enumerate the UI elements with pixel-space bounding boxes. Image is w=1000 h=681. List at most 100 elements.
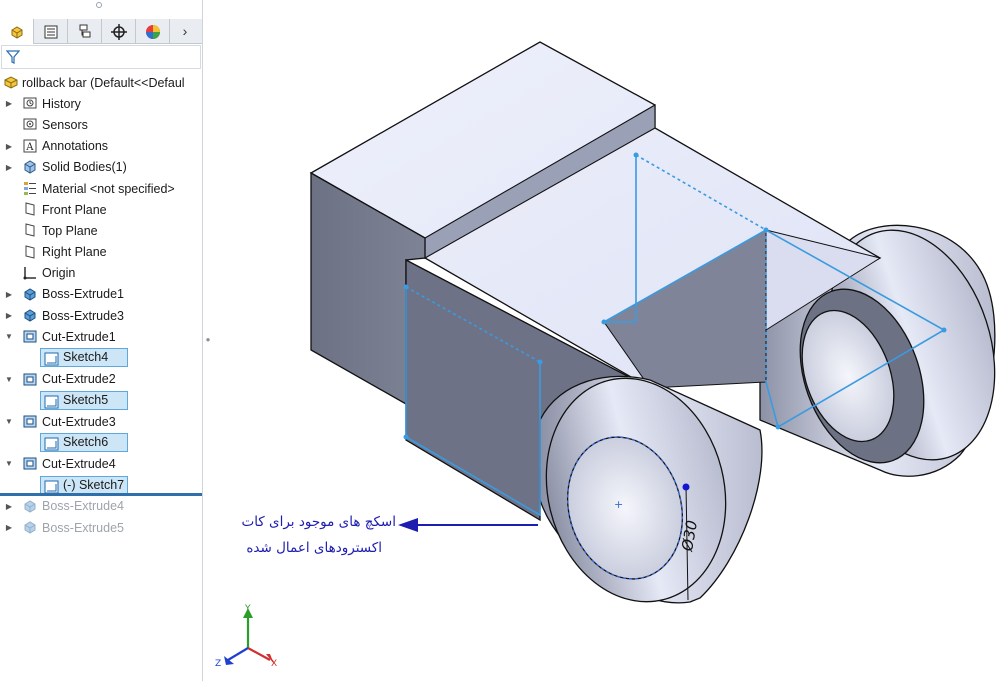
sketch-selection-box[interactable]: (-) Sketch7 [40,475,128,495]
annotation-arrow [398,518,538,532]
tree-item-sketch4[interactable]: Sketch4 [0,347,202,368]
manager-tab-bar: › [0,19,202,44]
plane-icon [25,202,35,216]
boss-extrude-icon [24,521,36,534]
tree-item-boss-extrude5[interactable]: ▶ Boss-Extrude5 [0,517,202,538]
tree-root-part[interactable]: rollback bar (Default<<Defaul [0,72,202,93]
sketch-selection-box[interactable]: Sketch5 [40,390,128,410]
tab-feature-manager[interactable] [0,19,34,44]
tree-item-sketch6[interactable]: Sketch6 [0,432,202,453]
tree-item-label: History [42,96,81,111]
display-manager-icon [145,24,160,39]
collapse-arrow-icon[interactable]: ▼ [5,417,13,426]
tree-item-annotations[interactable]: ▶ A Annotations [0,136,202,157]
expand-arrow-icon[interactable]: ▶ [5,142,13,151]
tab-scroll-right-icon[interactable]: › [170,19,200,43]
property-manager-icon [44,25,57,38]
boss-extrude-icon [24,288,36,301]
cut-extrude-icon [23,330,37,343]
tree-root-label: rollback bar (Default<<Defaul [22,75,185,90]
expand-arrow-icon[interactable]: ▶ [5,523,13,532]
collapse-arrow-icon[interactable]: ▼ [5,332,13,341]
annotation-line-2: اکسترودهای اعمال شده [246,540,382,556]
tree-item-boss-extrude1[interactable]: ▶ Boss-Extrude1 [0,284,202,305]
tree-item-history[interactable]: ▶ History [0,93,202,114]
boss-extrude-icon [24,309,36,322]
tree-item-label: Boss-Extrude3 [42,308,124,323]
sketch-icon [44,437,59,451]
tree-item-top-plane[interactable]: Top Plane [0,220,202,241]
expand-arrow-icon[interactable]: ▶ [5,311,13,320]
tree-item-label: Front Plane [42,202,107,217]
tree-item-label: Boss-Extrude5 [42,520,124,535]
expand-arrow-icon[interactable]: ▶ [5,99,13,108]
svg-text:+: + [614,498,623,511]
tree-filter-field[interactable] [1,45,201,69]
graphics-area[interactable]: + Ø30 Y X Z اسکچ های موجود برای کات اکست… [204,0,1000,681]
sensors-icon [23,118,37,130]
feature-tree: rollback bar (Default<<Defaul ▶ History Sen… [0,72,202,538]
tree-item-label: Boss-Extrude1 [42,287,124,302]
panel-collapse-dot[interactable] [96,2,102,8]
tree-item-label: (-) Sketch7 [63,477,125,492]
triad-x-label: X [271,659,277,669]
front-eye-lug: + Ø30 [539,375,763,604]
sketch-selection-box[interactable]: Sketch6 [40,433,128,453]
expand-arrow-icon[interactable]: ▶ [5,290,13,299]
tree-item-boss-extrude4[interactable]: ▶ Boss-Extrude4 [0,496,202,517]
tab-configuration-manager[interactable] [68,19,102,44]
annotation-line-1: اسکچ های موجود برای کات [241,514,396,530]
tree-item-label: Origin [42,266,76,281]
tree-item-front-plane[interactable]: Front Plane [0,199,202,220]
sketch-selection-box[interactable]: Sketch4 [40,348,128,368]
tree-item-sketch5[interactable]: Sketch5 [0,390,202,411]
tree-item-label: Right Plane [42,245,107,260]
tree-item-cut-extrude4[interactable]: ▼ Cut-Extrude4 [0,453,202,474]
history-icon [23,97,37,109]
boss-extrude-icon [24,500,36,513]
feature-manager-panel: › rollback bar (Default<<Defaul ▶ History S… [0,0,203,681]
expand-arrow-icon[interactable]: ▶ [5,163,13,172]
solid-bodies-icon [24,160,36,174]
cut-extrude-icon [23,415,37,428]
plane-icon [25,244,35,259]
tree-item-label: Boss-Extrude4 [42,499,124,514]
tree-item-right-plane[interactable]: Right Plane [0,242,202,263]
origin-icon [23,266,36,280]
tree-item-label: Solid Bodies(1) [42,160,127,175]
tree-item-boss-extrude3[interactable]: ▶ Boss-Extrude3 [0,305,202,326]
collapse-arrow-icon[interactable]: ▼ [5,375,13,384]
material-icon [24,181,36,195]
tab-property-manager[interactable] [34,19,68,44]
triad-y-label: Y [244,604,251,614]
dimxpert-icon [110,23,127,40]
sketch-icon [44,395,59,409]
tree-item-label: Cut-Extrude1 [42,329,116,344]
tab-dimxpert-manager[interactable] [102,19,136,44]
tree-item-label: Sketch5 [63,392,109,407]
expand-arrow-icon[interactable]: ▶ [5,502,13,511]
tree-item-cut-extrude3[interactable]: ▼ Cut-Extrude3 [0,411,202,432]
tree-item-material-not-specified[interactable]: Material <not specified> [0,178,202,199]
tree-item-origin[interactable]: Origin [0,263,202,284]
tab-display-manager[interactable] [136,19,170,44]
tree-item-label: Sketch4 [63,350,109,365]
svg-text:A: A [25,142,34,153]
rollback-bar[interactable] [0,493,202,496]
model-view: + Ø30 Y X Z [215,41,996,669]
plane-icon [25,223,35,237]
configuration-manager-icon [79,24,90,37]
tree-item-label: Sketch6 [63,435,109,450]
annotations-icon: A [23,139,37,153]
tree-item-label: Material <not specified> [42,181,175,196]
sketch-icon [44,352,59,366]
collapse-arrow-icon[interactable]: ▼ [5,459,13,468]
tree-item-label: Top Plane [42,223,98,238]
tree-item-cut-extrude1[interactable]: ▼ Cut-Extrude1 [0,326,202,347]
tree-item-cut-extrude2[interactable]: ▼ Cut-Extrude2 [0,369,202,390]
tree-item-label: Cut-Extrude4 [42,456,116,471]
tree-item-solid-bodies-1[interactable]: ▶ Solid Bodies(1) [0,157,202,178]
cut-extrude-icon [23,457,37,470]
tree-item-sensors[interactable]: Sensors [0,114,202,135]
reference-triad: Y X Z [215,604,277,669]
